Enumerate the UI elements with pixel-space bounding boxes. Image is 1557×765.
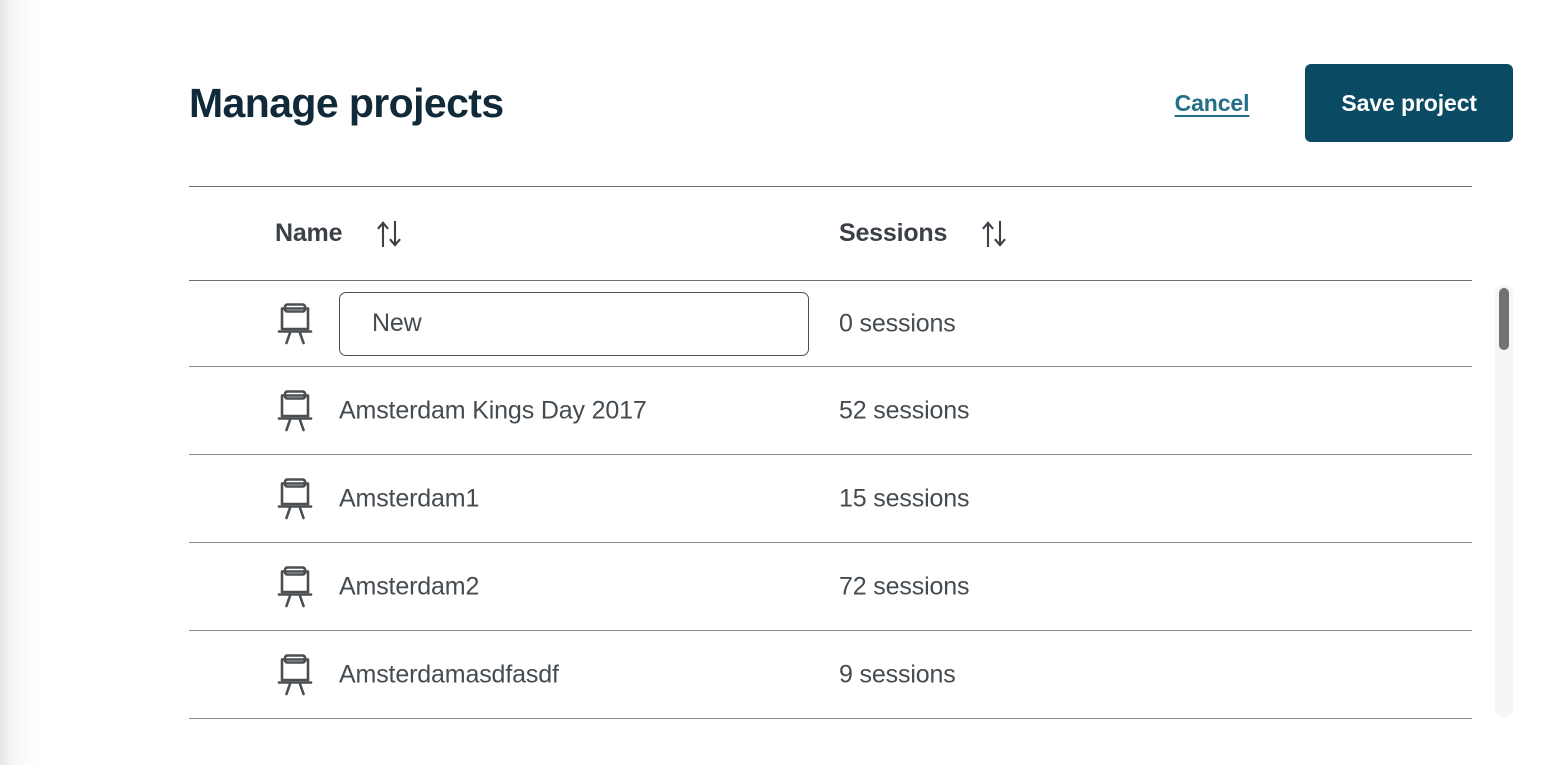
scrollbar-thumb[interactable] [1499,288,1509,350]
project-name[interactable]: Amsterdam Kings Day 2017 [339,396,647,425]
project-name-input[interactable] [339,291,809,356]
table-row[interactable]: Amsterdam2 72 sessions [189,543,1472,630]
new-project-row: 0 sessions [189,281,1472,366]
project-sessions-count: 0 sessions [839,309,956,337]
manage-projects-panel: Manage projects Cancel Save project Name… [0,0,1557,765]
cancel-link[interactable]: Cancel [1175,90,1250,117]
header-actions: Cancel Save project [1175,60,1513,146]
row-divider [189,718,1472,719]
project-sessions-count: 9 sessions [839,660,956,688]
project-name[interactable]: Amsterdam1 [339,484,479,513]
easel-icon [275,302,315,346]
easel-icon [275,565,315,609]
table-row[interactable]: Amsterdam Kings Day 2017 52 sessions [189,367,1472,454]
column-header-name[interactable]: Name [275,187,404,280]
table-header-row: Name Sessions [189,187,1472,280]
save-project-button[interactable]: Save project [1305,64,1513,142]
easel-icon [275,389,315,433]
sort-updown-icon[interactable] [979,219,1009,249]
project-sessions-count: 52 sessions [839,396,970,424]
scrollbar-track[interactable] [1495,285,1513,717]
project-sessions-count: 15 sessions [839,484,970,512]
project-name[interactable]: Amsterdamasdfasdf [339,660,559,689]
projects-table: Name Sessions New 0 sessions Amsterdam K… [189,186,1472,719]
table-row[interactable]: Amsterdam1 15 sessions [189,455,1472,542]
column-header-sessions[interactable]: Sessions [839,187,1009,280]
page-title: Manage projects [189,80,504,126]
table-row[interactable]: Amsterdamasdfasdf 9 sessions [189,631,1472,718]
panel-left-shadow [0,0,42,765]
easel-icon [275,653,315,697]
project-sessions-count: 72 sessions [839,572,970,600]
sort-updown-icon[interactable] [374,219,404,249]
project-name[interactable]: Amsterdam2 [339,572,479,601]
panel-header: Manage projects Cancel Save project [189,60,1513,146]
column-header-name-label: Name [275,219,343,247]
easel-icon [275,477,315,521]
column-header-sessions-label: Sessions [839,219,948,247]
